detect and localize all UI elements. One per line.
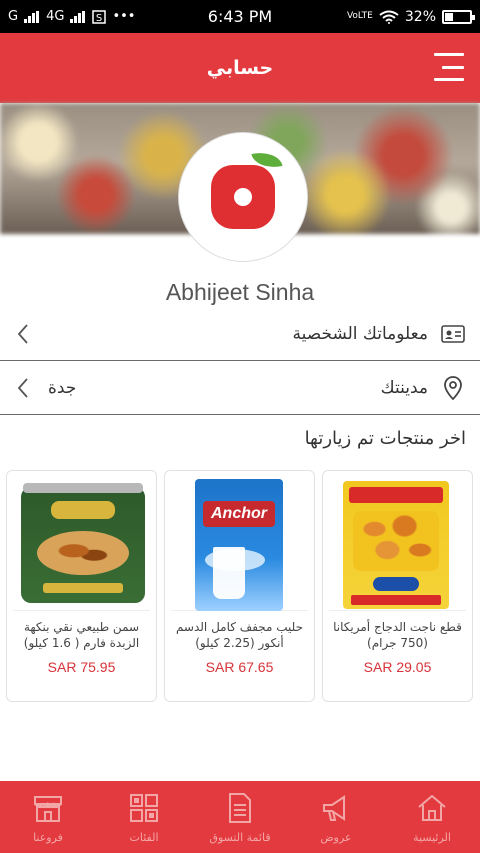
app-bar: حسابي xyxy=(0,33,480,103)
product-name: قطع ناجت الدجاج أمريكانا (750 جرام) xyxy=(333,620,462,650)
chicken-nuggets-pack-image xyxy=(343,481,449,609)
battery-percent: 32% xyxy=(404,8,436,25)
product-image xyxy=(329,477,466,611)
logo-dot xyxy=(234,188,252,206)
megaphone-icon xyxy=(319,791,353,825)
recent-products-list: قطع ناجت الدجاج أمريكانا (750 جرام) SAR … xyxy=(6,470,474,702)
chevron-left-icon xyxy=(14,322,32,346)
tin-label xyxy=(51,501,115,519)
pack-logo xyxy=(373,577,419,591)
carrier-label: G xyxy=(8,9,19,24)
location-pin-icon xyxy=(440,375,466,401)
avatar[interactable] xyxy=(179,133,307,261)
product-card[interactable]: Anchor حليب مجفف كامل الدسم أنكور (2.25 … xyxy=(164,470,315,702)
volte-icon: VoLTE xyxy=(346,11,373,21)
chevron-left-icon xyxy=(14,376,32,400)
status-bar: G 4G S ••• 6:43 PM VoLTE 32% xyxy=(0,0,480,33)
battery-icon xyxy=(442,9,475,24)
tin-rim xyxy=(23,483,143,493)
product-price: SAR 75.95 xyxy=(47,659,116,675)
bottom-nav: الرئيسية عروض قائمة التسوق الفئات فروعنا xyxy=(0,781,480,853)
list-document-icon xyxy=(223,791,257,825)
page-title: حسابي xyxy=(206,57,274,79)
nav-offers[interactable]: عروض xyxy=(288,781,384,853)
ghee-tin-image xyxy=(21,483,145,603)
nav-offers-label: عروض xyxy=(320,830,352,844)
contact-card-icon xyxy=(440,321,466,347)
pack-food xyxy=(353,511,439,571)
signal-icon xyxy=(24,10,40,23)
battery-fill xyxy=(445,12,453,21)
store-icon xyxy=(31,791,65,825)
logo-leaf xyxy=(251,148,283,172)
wifi-icon xyxy=(379,10,399,24)
product-image: Anchor xyxy=(171,477,308,611)
nav-categories-label: الفئات xyxy=(129,830,159,844)
signal-icon-2 xyxy=(70,10,86,23)
product-name: حليب مجفف كامل الدسم أنكور (2.25 كيلو) xyxy=(175,620,304,650)
product-image xyxy=(13,477,150,611)
personal-info-row[interactable]: معلوماتك الشخصية xyxy=(0,307,480,361)
more-dots: ••• xyxy=(112,9,136,24)
nav-shopping-list[interactable]: قائمة التسوق xyxy=(192,781,288,853)
nav-branches[interactable]: فروعنا xyxy=(0,781,96,853)
svg-text:S: S xyxy=(96,13,102,24)
pack-glass xyxy=(213,547,245,599)
product-price: SAR 29.05 xyxy=(363,659,432,675)
nav-home[interactable]: الرئيسية xyxy=(384,781,480,853)
milk-powder-bag-image: Anchor xyxy=(195,479,283,611)
recent-products-title: اخر منتجات تم زيارتها xyxy=(304,428,466,449)
network-label: 4G xyxy=(46,9,65,24)
city-value: جدة xyxy=(48,377,77,398)
menu-icon-line xyxy=(434,78,464,81)
tin-strip xyxy=(43,583,123,593)
menu-icon-line xyxy=(442,65,464,69)
brand-logo-icon xyxy=(211,148,283,229)
product-card[interactable]: قطع ناجت الدجاج أمريكانا (750 جرام) SAR … xyxy=(322,470,473,702)
tin-dish xyxy=(37,531,129,575)
sim-s-icon: S xyxy=(92,9,107,24)
pack-brand: Anchor xyxy=(203,501,275,527)
categories-icon xyxy=(127,791,161,825)
menu-button[interactable] xyxy=(434,53,464,81)
menu-icon-line xyxy=(434,53,464,56)
nav-shopping-list-label: قائمة التسوق xyxy=(209,830,271,844)
status-left: G 4G S ••• xyxy=(8,9,135,24)
product-name: سمن طبيعي نقي بنكهة الزبدة فارم ( 1.6 كي… xyxy=(23,620,140,650)
product-price: SAR 67.65 xyxy=(205,659,274,675)
nav-categories[interactable]: الفئات xyxy=(96,781,192,853)
personal-info-label: معلوماتك الشخصية xyxy=(292,323,429,344)
home-icon xyxy=(415,791,449,825)
pack-foot xyxy=(351,595,441,605)
user-name: Abhijeet Sinha xyxy=(165,279,315,305)
pack-band xyxy=(349,487,443,503)
status-right: VoLTE 32% xyxy=(346,8,475,25)
city-row[interactable]: مدينتك جدة xyxy=(0,361,480,415)
city-label: مدينتك xyxy=(380,377,428,398)
nav-branches-label: فروعنا xyxy=(33,830,63,844)
nav-home-label: الرئيسية xyxy=(413,830,451,844)
product-card[interactable]: سمن طبيعي نقي بنكهة الزبدة فارم ( 1.6 كي… xyxy=(6,470,157,702)
